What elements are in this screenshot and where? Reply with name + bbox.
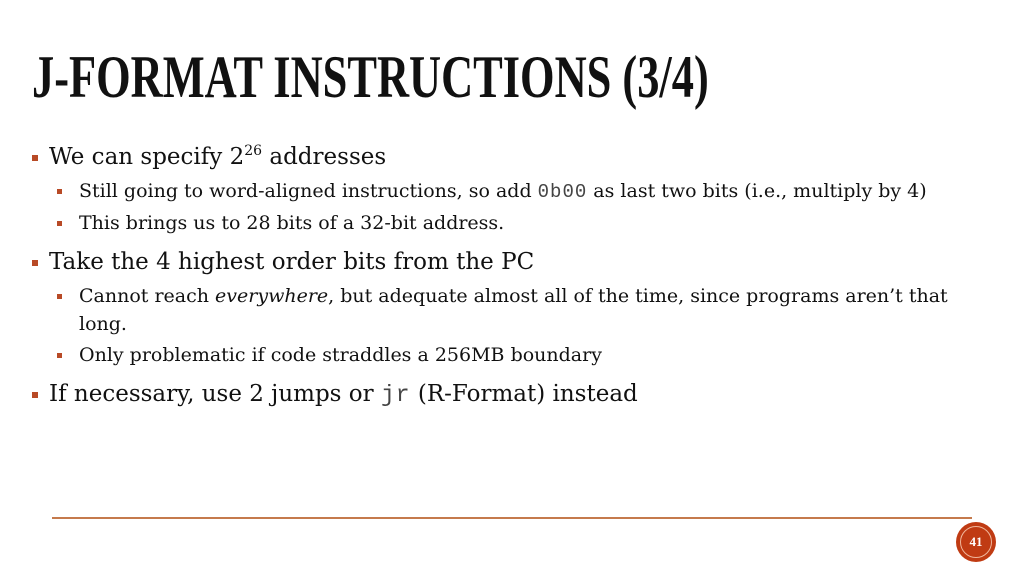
square-bullet-icon	[57, 294, 62, 299]
bullet-list: We can specify 226 addresses Still going…	[32, 140, 992, 412]
square-bullet-icon	[57, 221, 62, 226]
sub-bullet-list: Cannot reach everywhere, but adequate al…	[49, 282, 992, 369]
square-bullet-icon	[57, 353, 62, 358]
sub-bullet-list: Still going to word-aligned instructions…	[49, 177, 992, 237]
slide: J-Format Instructions (3/4) We can speci…	[0, 0, 1024, 576]
bullet-text: Take the 4 highest order bits from the P…	[49, 249, 535, 275]
square-bullet-icon	[32, 155, 38, 161]
bullet-text: If necessary, use 2 jumps or jr (R-Forma…	[49, 381, 638, 408]
sub-bullet-item-everywhere: Cannot reach everywhere, but adequate al…	[57, 282, 992, 338]
sub-bullet-item-boundary: Only problematic if code straddles a 256…	[57, 341, 992, 369]
bullet-item-addresses: We can specify 226 addresses Still going…	[32, 140, 992, 237]
page-number: 41	[969, 534, 983, 549]
square-bullet-icon	[57, 189, 62, 194]
sub-bullet-item-word-aligned: Still going to word-aligned instructions…	[57, 177, 992, 206]
square-bullet-icon	[32, 392, 38, 398]
bullet-item-pc-bits: Take the 4 highest order bits from the P…	[32, 245, 992, 369]
bullet-item-jumps: If necessary, use 2 jumps or jr (R-Forma…	[32, 377, 992, 412]
code-snippet: jr	[380, 382, 411, 408]
slide-content: We can specify 226 addresses Still going…	[32, 140, 992, 412]
footer-divider	[52, 517, 972, 519]
exponent: 26	[244, 143, 263, 159]
sub-bullet-item-28-bits: This brings us to 28 bits of a 32-bit ad…	[57, 209, 992, 237]
slide-title: J-Format Instructions (3/4)	[32, 44, 709, 110]
square-bullet-icon	[32, 260, 38, 266]
page-number-badge: 41	[957, 523, 995, 561]
emphasis-text: everywhere	[215, 285, 329, 307]
code-snippet: 0b00	[537, 181, 588, 203]
bullet-text: We can specify 226 addresses	[49, 143, 387, 170]
